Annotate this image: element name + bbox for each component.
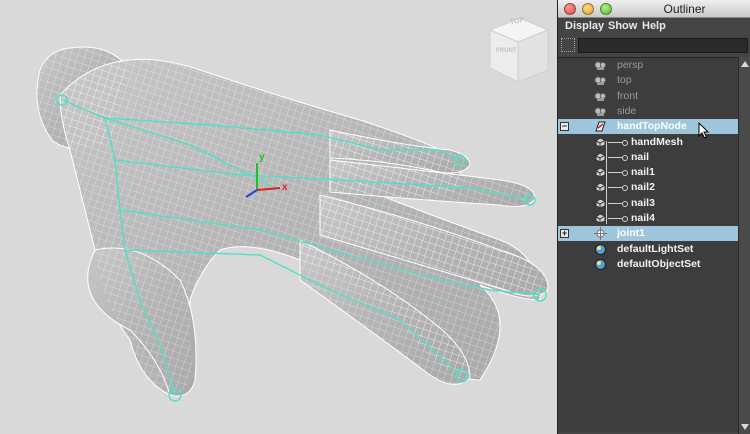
minimize-button[interactable] <box>582 3 594 15</box>
hand-mesh[interactable] <box>36 46 549 397</box>
camera-icon <box>594 105 607 118</box>
outliner-item-label: defaultObjectSet <box>617 257 701 270</box>
tree-connector <box>608 156 622 158</box>
camera-icon <box>594 90 607 103</box>
axis-y-label: y <box>259 152 265 163</box>
outliner-item[interactable]: + joint1 <box>558 226 738 242</box>
window-titlebar[interactable]: Outliner <box>558 0 750 18</box>
mesh-icon <box>594 166 607 179</box>
outliner-item-label: top <box>617 74 632 87</box>
outliner-window: Outliner Display Show Help persp top front… <box>557 0 750 434</box>
menu-display[interactable]: Display <box>565 20 604 32</box>
tree-node-dot <box>622 170 628 177</box>
outliner-item[interactable]: nail3 <box>558 196 738 211</box>
viewcube-front-label: FRONT <box>496 48 517 54</box>
outliner-item-label: persp <box>617 59 644 71</box>
mouse-cursor-icon <box>698 122 710 139</box>
outliner-item-label: nail2 <box>631 181 655 194</box>
viewport-3d[interactable]: y x TOP FRONT <box>0 0 557 434</box>
menu-show[interactable]: Show <box>608 20 637 32</box>
mesh-icon <box>594 212 607 225</box>
hand-model-wireframe[interactable] <box>0 0 557 434</box>
outliner-item-label: nail <box>631 150 650 163</box>
set-icon <box>594 243 607 256</box>
mesh-icon <box>594 136 607 149</box>
axis-x-label: x <box>282 182 288 193</box>
outliner-list[interactable]: persp top front side − handTopNode handMesh nai… <box>558 57 738 432</box>
outliner-item[interactable]: − handTopNode <box>558 119 738 135</box>
outliner-item-label: handMesh <box>631 135 683 148</box>
menu-bar: Display Show Help <box>558 18 750 35</box>
tree-node-dot <box>622 154 628 161</box>
outliner-item[interactable]: front <box>558 89 738 104</box>
transform-icon <box>594 120 607 133</box>
set-icon <box>594 258 607 271</box>
camera-icon <box>594 74 607 87</box>
collapse-toggle[interactable]: − <box>560 122 569 132</box>
outliner-item-label: nail4 <box>631 212 655 224</box>
outliner-item[interactable]: nail1 <box>558 165 738 180</box>
outliner-item-label: side <box>617 104 637 117</box>
tree-node-dot <box>622 185 628 192</box>
outliner-item[interactable]: nail2 <box>558 180 738 195</box>
expand-toggle[interactable]: + <box>560 229 569 239</box>
outliner-item-label: nail1 <box>631 166 655 179</box>
outliner-item[interactable]: top <box>558 73 738 88</box>
window-title: Outliner <box>663 2 706 16</box>
outliner-item[interactable]: nail <box>558 150 738 165</box>
outliner-item-label: front <box>617 89 639 102</box>
tree-connector <box>608 172 622 174</box>
outliner-item-label: nail3 <box>631 196 655 209</box>
camera-icon <box>594 59 607 72</box>
tree-connector <box>608 141 622 143</box>
search-input[interactable] <box>578 38 748 53</box>
scroll-down-arrow[interactable] <box>741 424 749 430</box>
tree-connector <box>608 202 622 204</box>
tree-node-dot <box>622 200 628 207</box>
tree-node-dot <box>622 216 628 222</box>
joint-icon <box>594 227 607 241</box>
tree-connector <box>608 218 622 219</box>
outliner-item-label: defaultLightSet <box>617 242 694 255</box>
mesh-icon <box>594 197 607 210</box>
outliner-item-label: joint1 <box>617 227 645 240</box>
zoom-button[interactable] <box>600 3 612 15</box>
filter-icon[interactable] <box>561 38 575 52</box>
scroll-up-arrow[interactable] <box>741 61 749 67</box>
outliner-item[interactable]: nail4 <box>558 211 738 226</box>
outliner-item[interactable]: defaultObjectSet <box>558 257 738 272</box>
tree-node-dot <box>622 139 628 146</box>
outliner-item[interactable]: defaultLightSet <box>558 242 738 257</box>
outliner-item[interactable]: handMesh <box>558 135 738 150</box>
mesh-icon <box>594 181 607 194</box>
tree-connector <box>608 187 622 189</box>
menu-help[interactable]: Help <box>642 20 666 32</box>
close-button[interactable] <box>564 3 576 15</box>
mesh-icon <box>594 151 607 164</box>
outliner-item-label: handTopNode <box>617 120 687 133</box>
search-row <box>558 35 750 57</box>
scrollbar[interactable] <box>738 57 750 434</box>
outliner-item[interactable]: side <box>558 104 738 119</box>
outliner-item[interactable]: persp <box>558 58 738 73</box>
